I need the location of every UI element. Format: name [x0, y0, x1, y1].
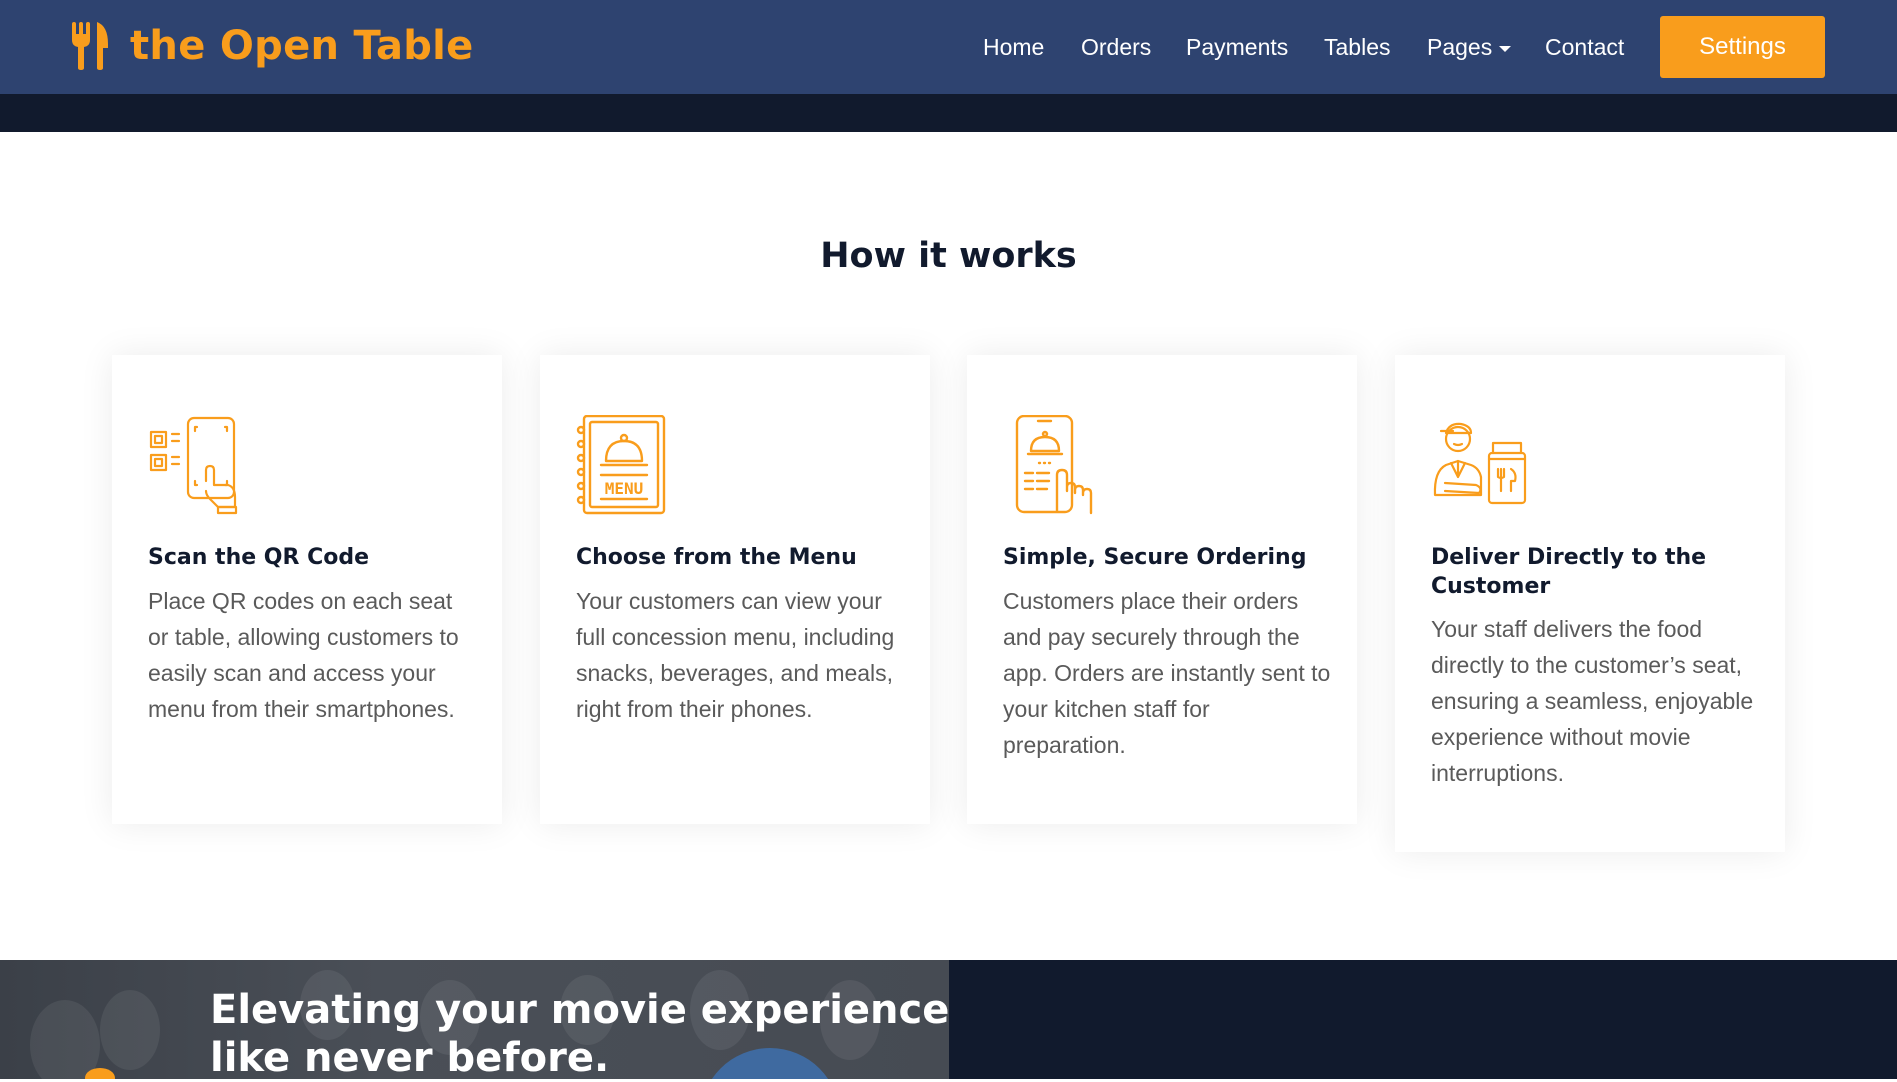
phone-tap-order-icon	[1015, 415, 1093, 515]
card-title: Scan the QR Code	[148, 545, 370, 570]
card-secure-ordering: Simple, Secure Ordering Customers place …	[967, 355, 1357, 824]
nav-pages-dropdown[interactable]: Pages	[1427, 27, 1512, 67]
nav-tables[interactable]: Tables	[1324, 27, 1390, 67]
svg-text:MENU: MENU	[605, 479, 644, 498]
card-text: Customers place their orders and pay sec…	[1003, 588, 1331, 758]
nav-orders[interactable]: Orders	[1081, 27, 1151, 67]
nav-underbar	[0, 94, 1897, 132]
card-choose-menu: MENU Choose from the Menu Your customers…	[540, 355, 930, 824]
menu-book-icon: MENU	[576, 415, 666, 515]
banner-heading: Elevating your movie experience like nev…	[210, 987, 950, 1081]
hero-banner: Elevating your movie experience like nev…	[0, 960, 1897, 1081]
nav-menu: Home Orders Payments Tables Pages Contac…	[0, 27, 1897, 67]
nav-contact[interactable]: Contact	[1545, 27, 1624, 67]
card-text: Your customers can view your full conces…	[576, 588, 895, 722]
nav-payments[interactable]: Payments	[1186, 27, 1288, 67]
card-scan-qr: Scan the QR Code Place QR codes on each …	[112, 355, 502, 824]
caret-down-icon	[1499, 45, 1512, 52]
card-title: Deliver Directly to the Customer	[1431, 545, 1707, 599]
card-title: Simple, Secure Ordering	[1003, 545, 1307, 570]
nav-home[interactable]: Home	[983, 27, 1044, 67]
phone-qr-scan-icon	[149, 416, 238, 515]
card-deliver: Deliver Directly to the Customer Your st…	[1395, 355, 1785, 852]
card-title: Choose from the Menu	[576, 545, 857, 570]
card-text: Place QR codes on each seat or table, al…	[148, 588, 459, 722]
delivery-person-icon	[1433, 422, 1527, 505]
navbar: the Open Table Home Orders Payments Tabl…	[0, 0, 1897, 94]
nav-pages-label: Pages	[1427, 34, 1493, 60]
card-text: Your staff delivers the food directly to…	[1431, 616, 1754, 786]
section-title: How it works	[820, 236, 1077, 276]
settings-button[interactable]: Settings	[1660, 16, 1825, 78]
